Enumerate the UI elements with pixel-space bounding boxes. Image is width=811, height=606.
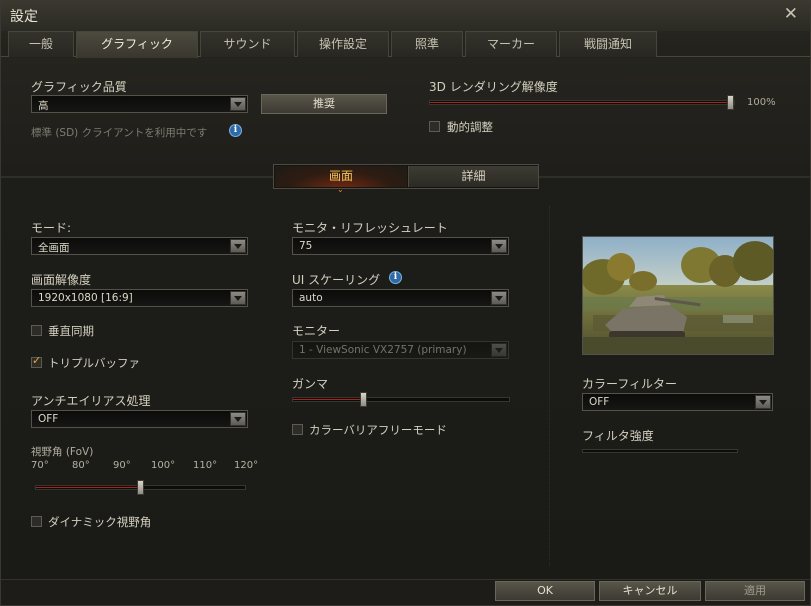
fov-tick: 120° — [234, 460, 259, 471]
info-icon[interactable]: i — [229, 124, 242, 137]
fov-tick: 90° — [113, 460, 131, 471]
chevron-down-icon — [491, 291, 507, 305]
triple-buffer-label: トリプルバッファ — [48, 356, 140, 370]
dynamic-adjust-label: 動的調整 — [447, 120, 493, 134]
fov-thumb[interactable] — [137, 480, 144, 495]
refresh-rate-select[interactable]: 75 — [292, 237, 509, 255]
mode-value: 全画面 — [38, 242, 70, 254]
resolution-select[interactable]: 1920x1080 [16:9] — [31, 289, 248, 307]
cancel-button[interactable]: キャンセル — [599, 581, 701, 601]
ui-scaling-select[interactable]: auto — [292, 289, 509, 307]
render-resolution-label: 3D レンダリング解像度 — [429, 80, 558, 94]
close-icon[interactable]: ✕ — [784, 4, 798, 24]
fov-fill — [36, 487, 140, 488]
fov-slider[interactable] — [35, 480, 246, 495]
info-icon[interactable]: i — [389, 271, 402, 284]
tank-landscape-image — [583, 237, 773, 354]
subtab-screen[interactable]: 画面 ⌄ — [275, 166, 407, 194]
color-filter-label: カラーフィルター — [582, 377, 678, 391]
resolution-value: 1920x1080 [16:9] — [38, 292, 133, 304]
chevron-down-icon — [230, 97, 246, 111]
antialiasing-label: アンチエイリアス処理 — [31, 394, 151, 408]
chevron-down-icon — [491, 343, 507, 357]
fov-tick: 110° — [193, 460, 218, 471]
tab-sound[interactable]: サウンド — [200, 31, 295, 57]
fov-tick: 100° — [151, 460, 176, 471]
colorblind-checkbox[interactable] — [292, 424, 303, 435]
gamma-thumb[interactable] — [360, 392, 367, 407]
tab-bar: 一般 グラフィック サウンド 操作設定 照準 マーカー 戦闘通知 — [1, 31, 810, 58]
settings-window: 設定 ✕ 一般 グラフィック サウンド 操作設定 照準 マーカー 戦闘通知 グラ… — [0, 0, 811, 606]
antialiasing-value: OFF — [38, 413, 59, 425]
quality-section — [1, 58, 810, 178]
monitor-select: 1 - ViewSonic VX2757 (primary) — [292, 341, 509, 359]
render-resolution-slider[interactable] — [429, 95, 735, 110]
fov-label: 視野角 (FoV) — [31, 446, 94, 458]
render-resolution-thumb[interactable] — [727, 95, 734, 110]
graphics-preview-image — [582, 236, 774, 355]
chevron-down-icon — [491, 239, 507, 253]
monitor-value: 1 - ViewSonic VX2757 (primary) — [299, 344, 467, 356]
dynamic-fov-checkbox[interactable] — [31, 516, 42, 527]
fov-tick: 70° — [31, 460, 49, 471]
vsync-checkbox[interactable] — [31, 325, 42, 336]
gamma-fill — [293, 399, 363, 400]
tab-controls[interactable]: 操作設定 — [297, 31, 389, 57]
graphics-quality-label: グラフィック品質 — [31, 80, 127, 94]
dynamic-adjust-checkbox[interactable] — [429, 121, 440, 132]
antialiasing-select[interactable]: OFF — [31, 410, 248, 428]
filter-strength-label: フィルタ強度 — [582, 429, 654, 443]
resolution-label: 画面解像度 — [31, 273, 92, 287]
graphics-quality-value: 高 — [38, 100, 49, 112]
filter-strength-slider — [582, 449, 738, 453]
dynamic-fov-label: ダイナミック視野角 — [48, 515, 152, 529]
vsync-label: 垂直同期 — [48, 324, 94, 338]
gamma-slider[interactable] — [292, 392, 510, 407]
subtab-detail[interactable]: 詳細 — [408, 166, 538, 187]
fov-tick-labels: 70° 80° 90° 100° 110° 120° — [31, 460, 261, 474]
tab-markers[interactable]: マーカー — [465, 31, 557, 57]
render-resolution-fill — [430, 102, 730, 103]
title-bar[interactable]: 設定 ✕ — [1, 1, 810, 31]
chevron-down-icon: ⌄ — [337, 185, 344, 194]
ui-scaling-value: auto — [299, 292, 323, 304]
monitor-label: モニター — [292, 324, 341, 338]
colorblind-label: カラーバリアフリーモード — [309, 423, 447, 437]
column-divider — [549, 206, 550, 566]
subtab-bar: 画面 ⌄ 詳細 — [273, 164, 539, 194]
ok-button[interactable]: OK — [495, 581, 595, 601]
tab-general[interactable]: 一般 — [8, 31, 74, 57]
sd-client-note: 標準 (SD) クライアントを利用中です — [31, 127, 208, 139]
render-resolution-value: 100% — [747, 97, 776, 108]
tab-battle-notifications[interactable]: 戦闘通知 — [559, 31, 657, 57]
ui-scaling-label: UI スケーリング — [292, 273, 381, 287]
apply-button[interactable]: 適用 — [705, 581, 805, 601]
gamma-label: ガンマ — [292, 377, 329, 391]
fov-tick: 80° — [72, 460, 90, 471]
refresh-rate-label: モニタ・リフレッシュレート — [292, 221, 448, 235]
mode-select[interactable]: 全画面 — [31, 237, 248, 255]
recommend-button[interactable]: 推奨 — [261, 94, 387, 114]
chevron-down-icon — [230, 239, 246, 253]
color-filter-select[interactable]: OFF — [582, 393, 773, 411]
window-title: 設定 — [10, 9, 38, 25]
tab-graphics[interactable]: グラフィック — [76, 31, 198, 58]
tab-aiming[interactable]: 照準 — [391, 31, 463, 57]
refresh-rate-value: 75 — [299, 240, 313, 252]
triple-buffer-checkbox[interactable] — [31, 354, 42, 368]
mode-label: モード: — [31, 221, 72, 235]
graphics-quality-select[interactable]: 高 — [31, 95, 248, 113]
chevron-down-icon — [230, 412, 246, 426]
chevron-down-icon — [755, 395, 771, 409]
chevron-down-icon — [230, 291, 246, 305]
color-filter-value: OFF — [589, 396, 610, 408]
